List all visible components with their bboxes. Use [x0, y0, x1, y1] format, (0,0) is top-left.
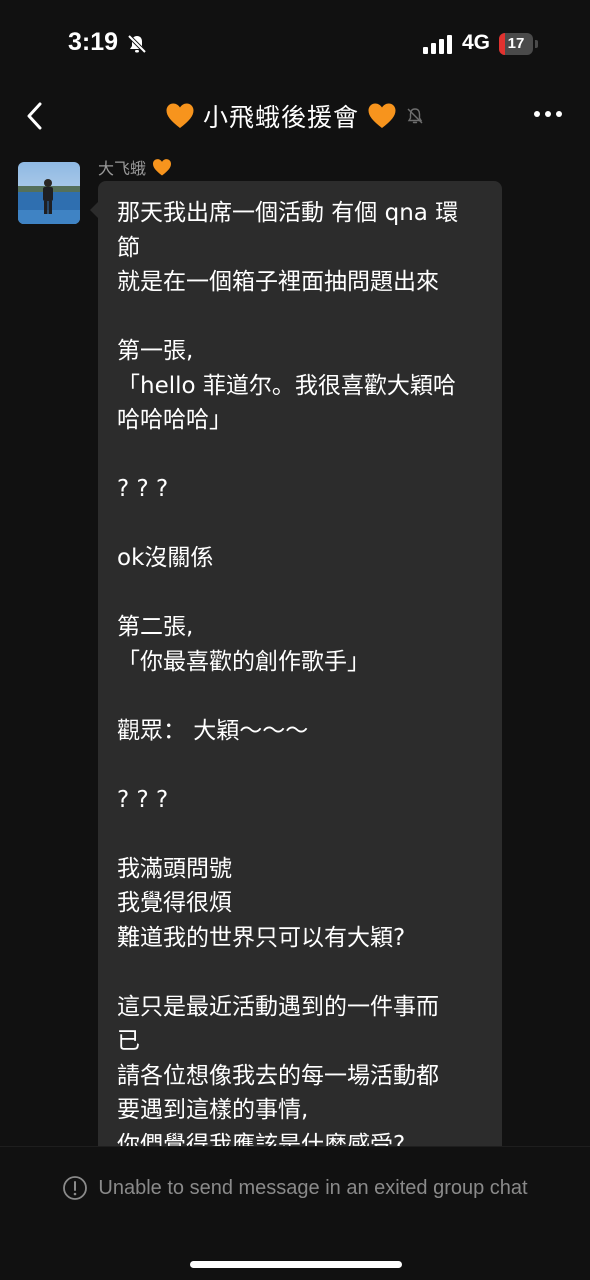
- battery-icon: 17: [499, 33, 539, 55]
- message-line: 我滿頭問號: [117, 855, 232, 882]
- message-line: [117, 300, 487, 335]
- message-line: [117, 679, 487, 714]
- status-bar: 3:19 4G 17: [0, 0, 590, 88]
- bottom-bar: Unable to send message in an exited grou…: [0, 1146, 590, 1280]
- network-type: 4G: [462, 31, 491, 54]
- message-line: 要遇到這樣的事情,: [117, 1097, 309, 1123]
- message-line: 節: [117, 234, 140, 261]
- status-time: 3:19: [68, 28, 119, 56]
- message-line: 請各位想像我去的每一場活動都: [117, 1062, 439, 1089]
- message-line: ok沒關係: [117, 545, 214, 571]
- bubble-tail: [90, 202, 98, 218]
- message-line: 第二張,: [117, 614, 194, 640]
- exited-notice: Unable to send message in an exited grou…: [0, 1175, 590, 1201]
- more-dots-icon[interactable]: [532, 104, 564, 124]
- message-line: 就是在一個箱子裡面抽問題出來: [117, 269, 439, 295]
- message-list[interactable]: 大飞蛾 那天我出席一個活動 有個 qna 環節就是在一個箱子裡面抽問題出來 第一張…: [0, 144, 590, 1146]
- message-line: 我覺得很煩: [117, 890, 232, 916]
- message-line: 已: [117, 1028, 140, 1054]
- orange-heart-icon: [153, 158, 172, 175]
- message-line: [117, 817, 487, 852]
- title-container: 小飛蛾後援會: [0, 98, 590, 134]
- avatar[interactable]: [18, 162, 80, 224]
- bell-slash-icon: [127, 34, 147, 54]
- message-line: 觀眾： 大穎～～～: [117, 717, 309, 744]
- orange-heart-icon: [166, 103, 194, 128]
- message-line: 「你最喜歡的創作歌手」: [117, 648, 370, 675]
- message-line: 哈哈哈哈」: [117, 407, 232, 433]
- message-line: ? ? ?: [117, 476, 169, 502]
- message-line: ? ? ?: [117, 786, 169, 813]
- notice-text: Unable to send message in an exited grou…: [98, 1176, 528, 1199]
- message-line: 那天我出席一個活動 有個 qna 環: [117, 200, 459, 226]
- message-line: 這只是最近活動遇到的一件事而: [117, 993, 439, 1020]
- home-indicator[interactable]: [190, 1261, 402, 1268]
- orange-heart-icon: [368, 103, 396, 128]
- message-line: 「hello 菲道尔。我很喜歡大穎哈: [117, 372, 456, 399]
- info-circle-icon: [63, 1176, 88, 1200]
- muted-bell-icon: [407, 108, 423, 124]
- signal-bars-icon: [423, 35, 452, 54]
- battery-level: 17: [507, 35, 525, 52]
- avatar-photo: [18, 162, 80, 224]
- message-line: 你們覺得我應該是什麼感受?: [117, 1131, 406, 1147]
- battery-body: 17: [499, 33, 533, 55]
- message-line: [117, 438, 487, 473]
- chat-header: 小飛蛾後援會: [0, 88, 590, 144]
- message-line: 第一張,: [117, 338, 194, 364]
- chat-title: 小飛蛾後援會: [202, 103, 359, 132]
- message-text: 那天我出席一個活動 有個 qna 環節就是在一個箱子裡面抽問題出來 第一張, 「he…: [117, 196, 487, 1146]
- sender-row: 大飞蛾: [98, 154, 172, 180]
- message-line: [117, 748, 487, 783]
- message-line: [117, 576, 487, 611]
- chat-screen: 3:19 4G 17 小飛蛾後援會 大飞蛾 那天我出席一個活動 有個 qna 環…: [0, 0, 590, 1280]
- message-line: [117, 955, 487, 990]
- message-line: [117, 507, 487, 542]
- message-line: 難道我的世界只可以有大穎?: [117, 924, 406, 951]
- battery-cap: [535, 40, 538, 48]
- sender-name: 大飞蛾: [98, 159, 147, 178]
- title-row: 小飛蛾後援會: [165, 98, 425, 134]
